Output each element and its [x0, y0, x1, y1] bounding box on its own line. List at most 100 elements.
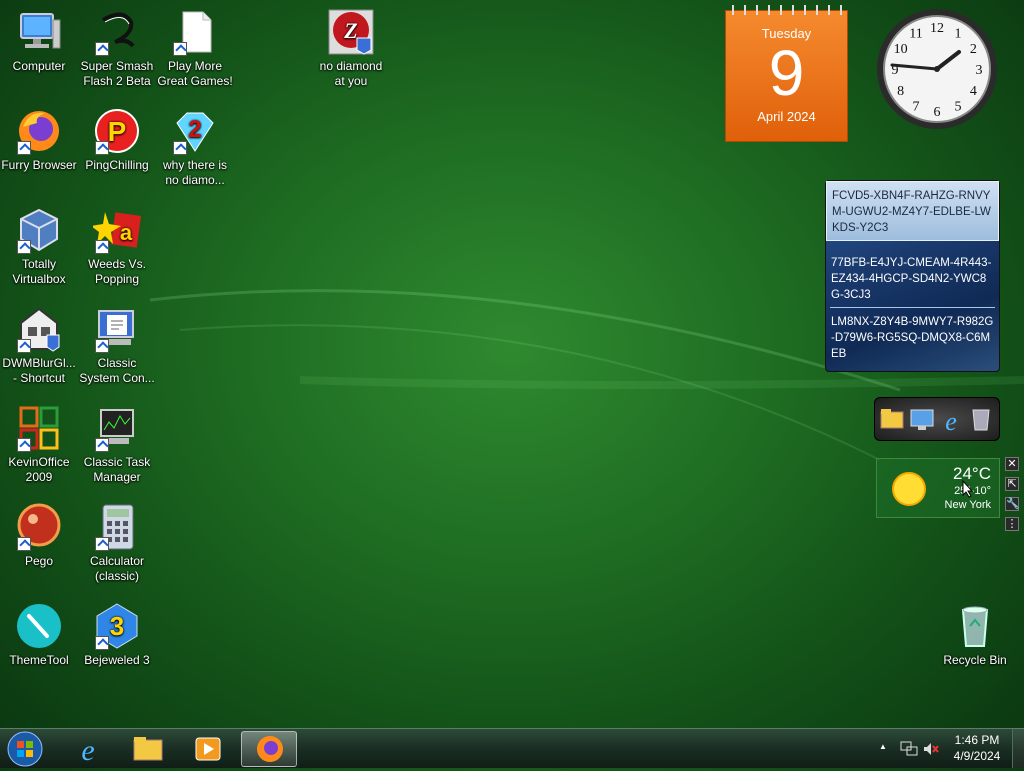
- clock-number: 3: [976, 63, 983, 78]
- svg-text:3: 3: [110, 611, 124, 641]
- sun-icon: [892, 472, 926, 506]
- pego-icon: [15, 503, 63, 551]
- calculator-icon: [93, 503, 141, 551]
- show-desktop-button[interactable]: [1012, 729, 1024, 768]
- bejeweled-icon: 3: [93, 602, 141, 650]
- desktop-icon-super-smash-flash[interactable]: Super Smash Flash 2 Beta: [79, 8, 155, 89]
- icon-label: Weeds Vs. Popping: [88, 257, 146, 286]
- clock-number: 5: [955, 99, 962, 114]
- icon-label: Furry Browser: [1, 158, 77, 172]
- desktop-icon-why-no-diamond[interactable]: 2 why there is no diamo...: [157, 107, 233, 188]
- icon-label: Pego: [24, 554, 54, 568]
- computer-icon: [15, 8, 63, 56]
- product-key-item[interactable]: LM8NX-Z8Y4B-9MWY7-R982G-D79W6-RG5SQ-DMQX…: [826, 308, 999, 366]
- desktop-icon-dwmblurglass[interactable]: DWMBlurGl... - Shortcut: [1, 305, 77, 386]
- taskbar: e ▲ 1:46 PM 4/9/2024: [0, 728, 1024, 768]
- icon-label: Calculator (classic): [89, 554, 145, 583]
- icon-label: Classic System Con...: [79, 356, 155, 385]
- desktop-icon-computer[interactable]: Computer: [1, 8, 77, 74]
- clock-number: 4: [970, 84, 977, 99]
- icon-label: Totally Virtualbox: [12, 257, 66, 286]
- network-launch-icon[interactable]: [910, 409, 934, 430]
- icon-label: KevinOffice 2009: [8, 455, 70, 484]
- firefox-icon: [257, 736, 283, 762]
- clock-number: 1: [955, 27, 962, 42]
- icon-label: Recycle Bin: [943, 653, 1007, 667]
- network-icon[interactable]: [900, 741, 918, 757]
- gadget-options-button[interactable]: 🔧: [1005, 497, 1020, 511]
- icon-label: Computer: [12, 59, 66, 73]
- clock-number: 6: [934, 105, 941, 120]
- desktop-icon-weeds-vs-popping[interactable]: a Weeds Vs. Popping: [79, 206, 155, 287]
- clock-gadget[interactable]: 12 1 2 3 4 5 6 7 8 9 10 11: [875, 7, 999, 131]
- smash-flash-icon: [93, 8, 141, 56]
- system-config-icon: [93, 305, 141, 353]
- office-icon: [15, 404, 63, 452]
- file-explorer-icon: [133, 737, 163, 761]
- desktop-icon-kevinoffice[interactable]: KevinOffice 2009: [1, 404, 77, 485]
- product-key-item[interactable]: 77BFB-E4JYJ-CMEAM-4R443-EZ434-4HGCP-SD4N…: [826, 249, 999, 307]
- weather-gadget[interactable]: 24°C 25°-10° New York: [876, 458, 1000, 518]
- desktop-icon-recycle-bin[interactable]: Recycle Bin: [937, 602, 1013, 668]
- calendar-day: 9: [768, 37, 805, 109]
- calendar-rings: [726, 5, 847, 15]
- launcher-gadget: e: [874, 397, 1000, 441]
- gadget-close-button[interactable]: ✕: [1005, 457, 1019, 471]
- firefox-icon: [15, 107, 63, 155]
- document-icon: [171, 8, 219, 56]
- taskbar-explorer-button[interactable]: [120, 731, 176, 767]
- desktop-icon-pingchilling[interactable]: P PingChilling: [79, 107, 155, 173]
- media-player-icon: [195, 737, 221, 761]
- weeds-vs-popping-icon: a: [91, 206, 142, 254]
- recycle-launch-icon[interactable]: [972, 409, 990, 431]
- desktop-icon-furry-browser[interactable]: Furry Browser: [1, 107, 77, 173]
- icon-label: Play More Great Games!: [157, 59, 233, 88]
- start-button[interactable]: [6, 730, 44, 768]
- icon-label: Bejeweled 3: [84, 653, 150, 667]
- desktop-icon-bejeweled-3[interactable]: 3 Bejeweled 3: [79, 602, 155, 668]
- icon-label: Classic Task Manager: [83, 455, 151, 484]
- taskbar-firefox-button[interactable]: [241, 731, 297, 767]
- icon-label: why there is no diamo...: [162, 158, 228, 187]
- clock-number: 2: [970, 42, 977, 57]
- icon-label: ThemeTool: [9, 653, 69, 667]
- taskbar-ie-button[interactable]: e: [60, 731, 116, 767]
- icon-label: no diamond at you: [319, 59, 383, 88]
- weather-city: New York: [944, 499, 991, 511]
- volume-muted-icon[interactable]: [922, 741, 940, 757]
- desktop-icon-totally-virtualbox[interactable]: Totally Virtualbox: [1, 206, 77, 287]
- product-key-item[interactable]: FCVD5-XBN4F-RAHZG-RNVYM-UGWU2-MZ4Y7-EDLB…: [826, 181, 999, 241]
- desktop-icon-calculator-classic[interactable]: Calculator (classic): [79, 503, 155, 584]
- taskbar-time: 1:46 PM: [954, 733, 1000, 747]
- calendar-gadget[interactable]: Tuesday 9 April 2024: [725, 5, 848, 142]
- taskbar-media-player-button[interactable]: [180, 731, 236, 767]
- taskbar-clock[interactable]: 1:46 PM 4/9/2024: [948, 732, 1006, 764]
- icon-label: DWMBlurGl... - Shortcut: [2, 356, 76, 385]
- clock-number: 10: [894, 42, 908, 57]
- task-manager-icon: [93, 404, 141, 452]
- product-keys-gadget[interactable]: FCVD5-XBN4F-RAHZG-RNVYM-UGWU2-MZ4Y7-EDLB…: [825, 180, 1000, 372]
- dwmblurglass-icon: [15, 305, 63, 353]
- desktop-icon-pego[interactable]: Pego: [1, 503, 77, 569]
- desktop-icon-no-diamond-at-you[interactable]: Z no diamond at you: [313, 8, 389, 89]
- clock-number: 12: [930, 21, 944, 36]
- mouse-cursor-icon: [962, 480, 974, 498]
- desktop-icon-classic-system-config[interactable]: Classic System Con...: [79, 305, 155, 386]
- tray-show-hidden-icon[interactable]: ▲: [879, 742, 887, 751]
- desktop-icon-themetool[interactable]: ThemeTool: [1, 602, 77, 668]
- svg-text:2: 2: [188, 116, 201, 143]
- clock-number: 11: [909, 27, 922, 42]
- gadget-toolbar: ✕ ⇱ 🔧 ⋮: [1005, 457, 1021, 539]
- windows-orb-icon: [7, 731, 43, 767]
- desktop-icon-play-more-games[interactable]: Play More Great Games!: [157, 8, 233, 89]
- folder-launch-icon[interactable]: [880, 409, 904, 429]
- icon-label: PingChilling: [85, 158, 149, 172]
- ie-launch-icon[interactable]: e: [945, 407, 957, 436]
- z-app-icon: Z: [327, 8, 375, 56]
- themetool-icon: [15, 602, 63, 650]
- desktop-icon-classic-task-manager[interactable]: Classic Task Manager: [79, 404, 155, 485]
- svg-text:Z: Z: [343, 18, 357, 43]
- svg-text:e: e: [945, 407, 957, 436]
- gadget-size-button[interactable]: ⇱: [1005, 477, 1019, 491]
- gadget-drag-handle[interactable]: ⋮: [1005, 517, 1019, 531]
